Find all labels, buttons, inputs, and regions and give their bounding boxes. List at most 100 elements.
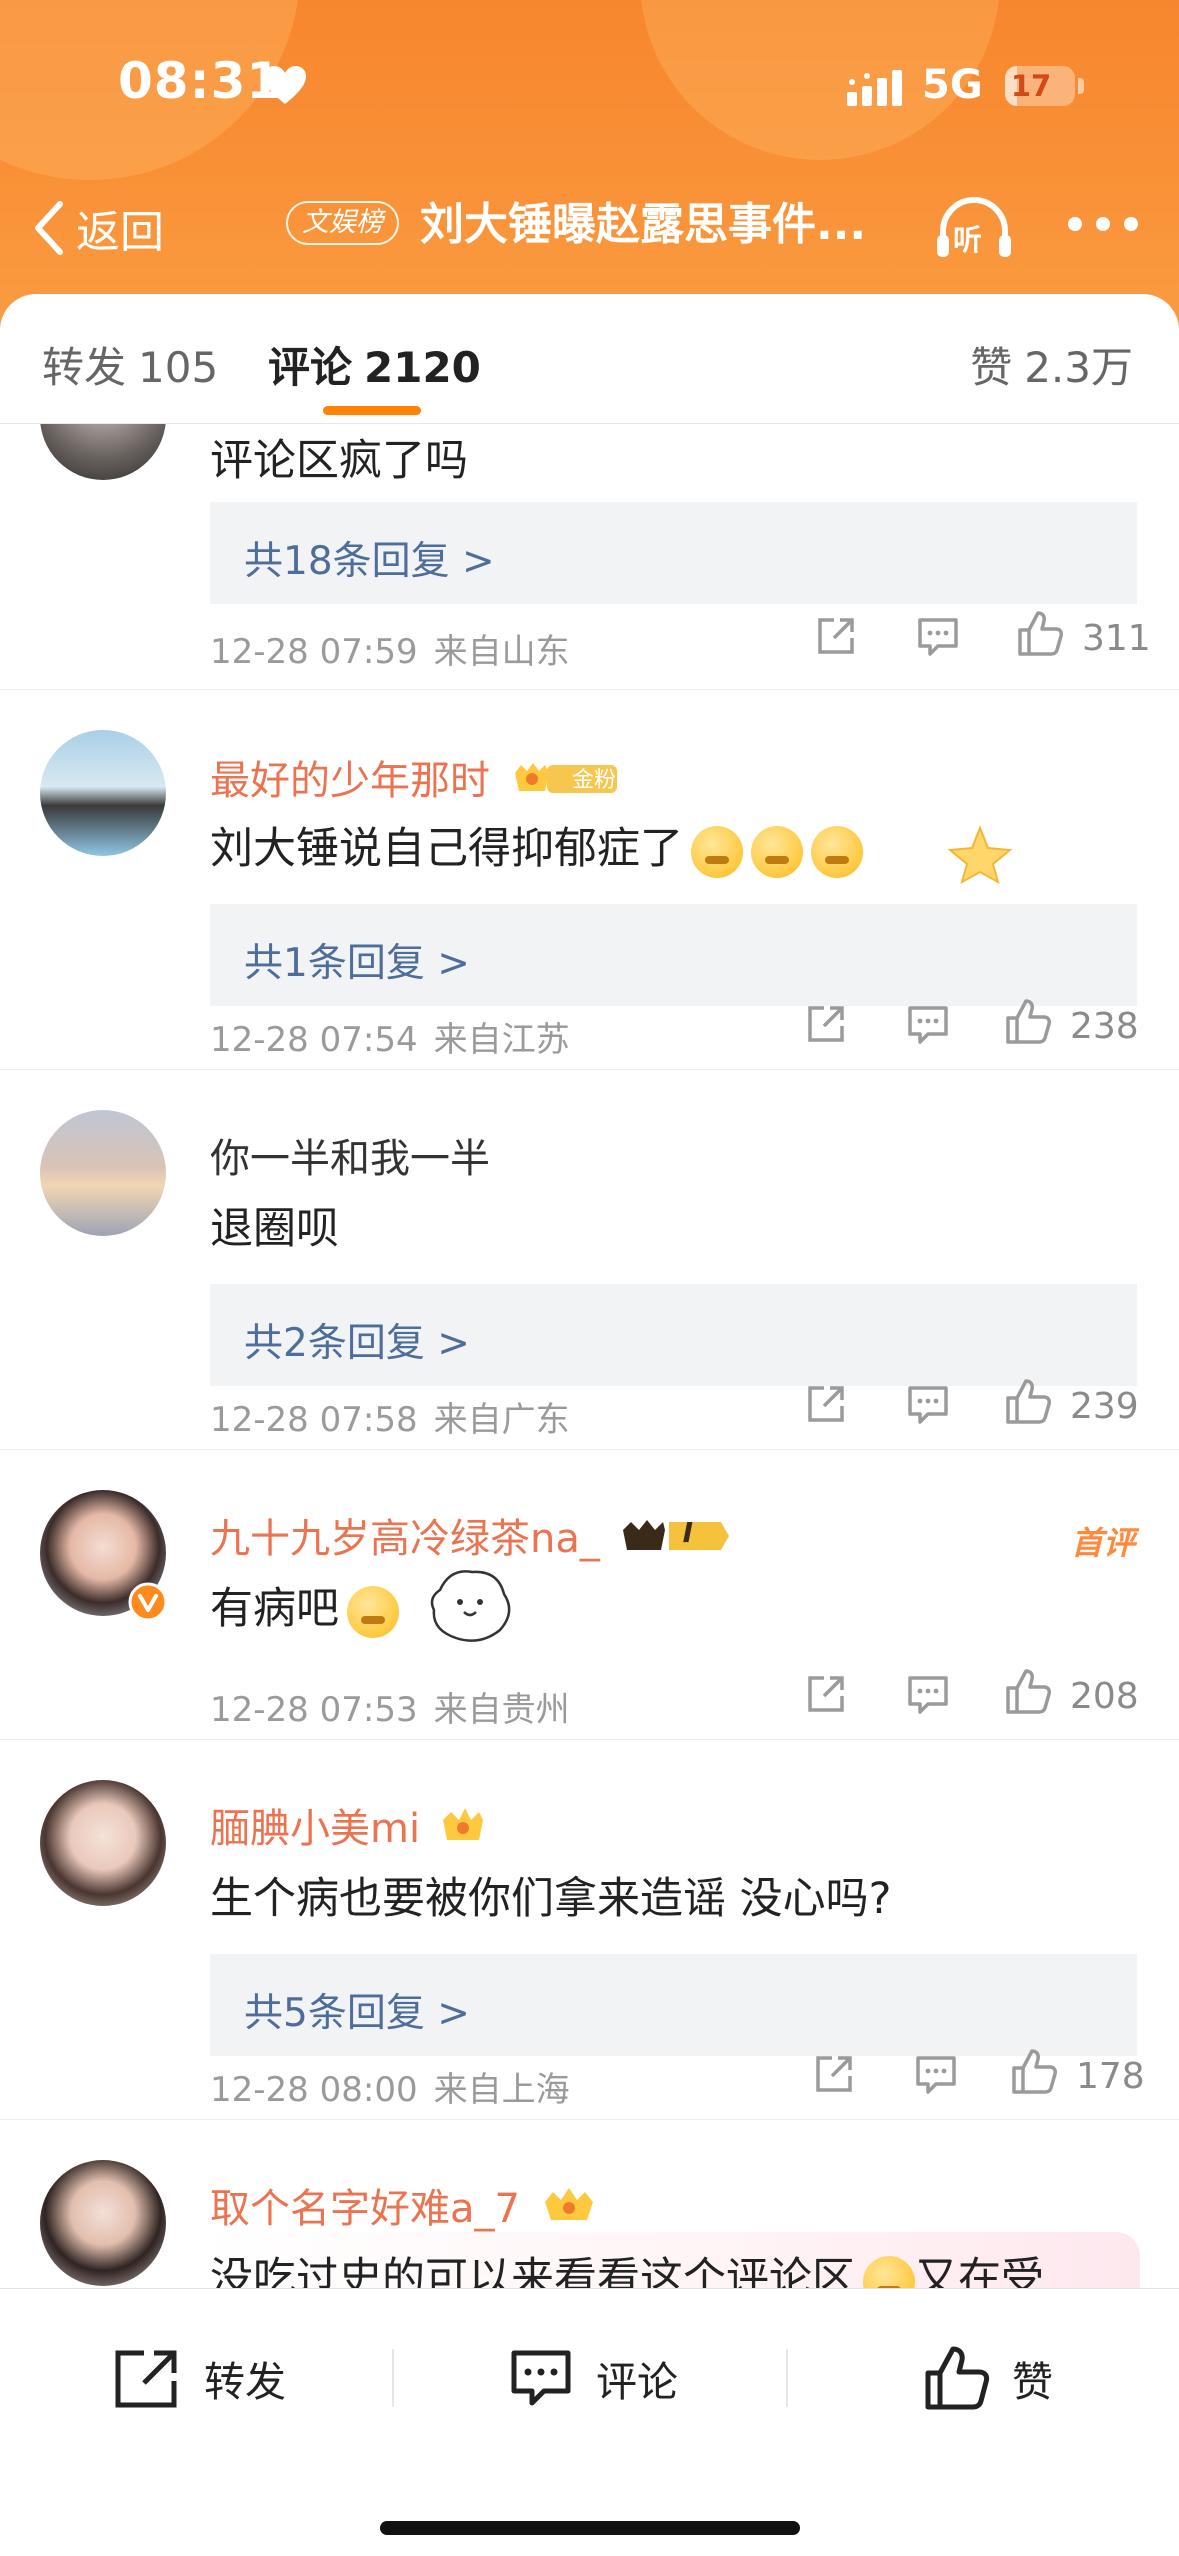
tab-repost[interactable]: 转发 105 [42,334,218,395]
like-button[interactable] [1004,1376,1052,1436]
username[interactable]: 九十九岁高冷绿茶na_ I [210,1506,731,1566]
first-comment-badge: 首评 [1070,1524,1135,1562]
share-icon [115,2350,177,2408]
comment-list: 评论区疯了吗 共18条回复 > 12-28 07:59 来自山东 311 最好的少… [0,424,1179,2288]
avatar[interactable] [40,1110,166,1236]
comment-icon [908,1006,948,1044]
status-time: 08:31 [118,52,283,110]
dot-icon [1096,217,1110,231]
comment-button[interactable] [906,1672,950,1732]
comment-text: 没吃过史的可以来看看这个评论区 又在受 [210,2244,1044,2288]
share-icon [808,1386,844,1422]
avatar[interactable] [40,424,166,480]
vip-level: I [682,1516,694,1549]
comment-item: 腼腆小美mi 生个病也要被你们拿来造谣 没心吗? 共5条回复 > 12-28 0… [0,1740,1179,2120]
active-tab-indicator [323,406,421,415]
bottom-like-label: 赞 [1012,2358,1053,2406]
share-icon [808,1676,844,1712]
like-button[interactable] [1016,608,1064,668]
share-button[interactable] [804,1672,848,1732]
star-decoration-icon [947,825,1013,884]
back-label: 返回 [76,207,164,258]
confused-emoji-icon [347,1585,399,1638]
like-count: 238 [1070,1006,1139,1047]
comment-text: 退圈呗 [210,1204,339,1254]
fan-crown-badge [541,2186,597,2236]
share-button[interactable] [804,1002,848,1062]
comment-date: 12-28 08:00 [210,2070,418,2110]
dot-icon [1124,217,1138,231]
like-count: 178 [1076,2056,1145,2097]
crown-icon [544,2188,593,2220]
comment-item: 九十九岁高冷绿茶na_ I 首评 有病吧 12-28 07:53 来自贵州 20… [0,1450,1179,1740]
comment-meta: 12-28 07:53 来自贵州 [210,1682,570,1731]
share-button[interactable] [814,614,858,674]
crying-laughing-emoji-icon [863,2255,915,2288]
reply-count: 共1条回复 > [244,941,470,986]
comment-location: 来自山东 [433,632,570,672]
comment-button[interactable] [914,2052,958,2112]
avatar[interactable] [40,1780,166,1906]
back-button[interactable]: 返回 [30,193,164,263]
username[interactable]: 你一半和我一半 [210,1126,490,1184]
tab-bar: 转发 105 评论 2120 赞 2.3万 [0,294,1179,424]
comment-date: 12-28 07:58 [210,1400,418,1440]
like-count: 239 [1070,1386,1139,1427]
share-button[interactable] [804,1382,848,1442]
avatar[interactable] [40,730,166,856]
bottom-comment-button[interactable]: 评论 [508,2333,678,2423]
reply-link[interactable]: 共18条回复 > [210,502,1137,604]
like-button[interactable] [1004,996,1052,1056]
thumbs-up-icon [1012,2049,1057,2094]
comment-item: 最好的少年那时 金粉2 刘大锤说自己得抑郁症了 共1条回复 > 12-28 07… [0,690,1179,1070]
comment-icon [908,1386,948,1424]
like-button[interactable] [1010,2046,1058,2106]
comment-item: 评论区疯了吗 共18条回复 > 12-28 07:59 来自山东 311 [0,424,1179,690]
comment-text: 刘大锤说自己得抑郁症了 [210,814,863,878]
reply-count: 共2条回复 > [244,1321,470,1366]
username[interactable]: 取个名字好难a_7 [210,2176,597,2236]
more-button[interactable] [1068,217,1138,241]
tab-comment[interactable]: 评论 2120 [268,334,481,395]
cartoon-sticker-icon [430,1570,511,1642]
listen-label: 听 [953,223,983,257]
tab-repost-count: 105 [138,343,219,392]
comment-button[interactable] [906,1382,950,1442]
battery-icon: 17 [1005,66,1075,106]
username-text: 最好的少年那时 [210,758,490,804]
comment-location: 来自上海 [433,2070,570,2110]
bottom-action-bar: 转发 评论 赞 [0,2288,1179,2556]
comment-icon [916,2056,956,2094]
hot-list-badge[interactable]: 文娱榜 [286,201,399,245]
like-button[interactable] [1004,1666,1052,1726]
username[interactable]: 腼腆小美mi [210,1796,485,1856]
tab-likes-count: 2.3万 [1024,343,1133,392]
thumbs-up-icon [1006,1669,1051,1714]
bottom-repost-button[interactable]: 转发 [112,2333,286,2423]
comment-button[interactable] [916,614,960,674]
comment-text: 有病吧 [210,1574,399,1638]
bottom-like-button[interactable]: 赞 [922,2333,1053,2423]
comment-date: 12-28 07:59 [210,632,418,672]
status-bar: 08:31 5G 17 [0,0,1179,175]
username[interactable]: 最好的少年那时 [210,748,621,807]
page-title: 刘大锤曝赵露思事件... [420,199,867,250]
reply-link[interactable]: 共5条回复 > [210,1954,1137,2056]
thumbs-up-icon [1018,611,1063,656]
tab-likes[interactable]: 赞 2.3万 [970,334,1133,395]
reply-link[interactable]: 共2条回复 > [210,1284,1137,1386]
listen-button[interactable]: 听 [935,193,1013,263]
like-count: 311 [1082,618,1151,659]
comment-text: 评论区疯了吗 [210,436,468,486]
reply-link[interactable]: 共1条回复 > [210,904,1137,1006]
share-button[interactable] [812,2052,856,2112]
comment-date: 12-28 07:53 [210,1690,418,1730]
sealed-mouth-emoji-icon [691,825,743,878]
avatar[interactable] [40,2160,166,2286]
home-indicator[interactable] [380,2521,800,2535]
comment-meta: 12-28 07:59 来自山东 [210,624,570,673]
comment-meta: 12-28 07:58 来自广东 [210,1392,570,1441]
tab-comment-count: 2120 [364,343,481,392]
comment-button[interactable] [906,1002,950,1062]
share-icon [808,1006,844,1042]
